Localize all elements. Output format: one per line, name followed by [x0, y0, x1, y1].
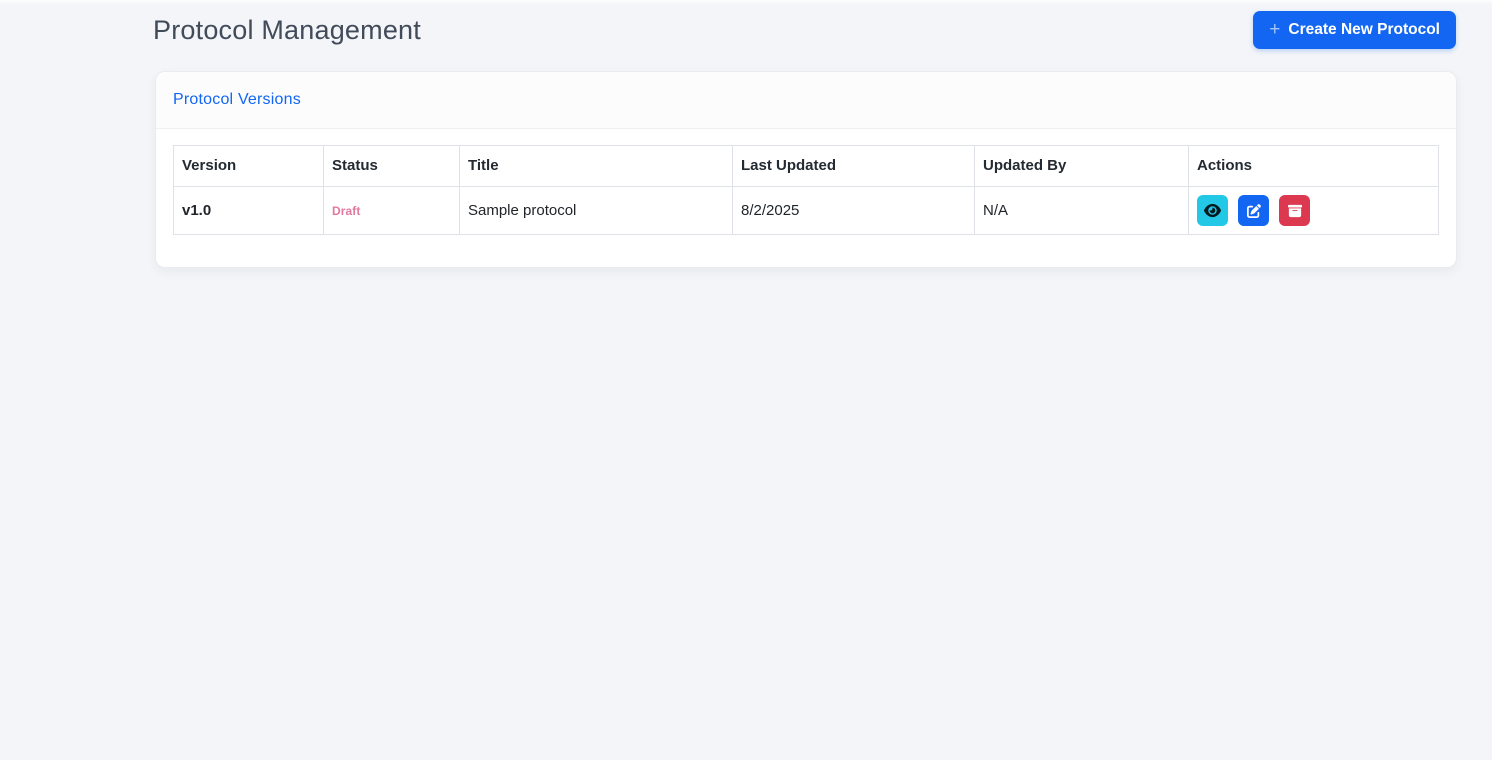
- protocol-versions-table: Version Status Title Last Updated Update…: [173, 145, 1439, 235]
- cell-actions: [1189, 187, 1439, 235]
- create-button-label: Create New Protocol: [1288, 21, 1440, 39]
- cell-status: Draft: [324, 187, 460, 235]
- eye-icon: [1204, 202, 1221, 219]
- card-title: Protocol Versions: [173, 91, 301, 108]
- edit-button[interactable]: [1238, 195, 1269, 226]
- plus-icon: +: [1269, 20, 1280, 39]
- cell-updated-by: N/A: [975, 187, 1189, 235]
- create-new-protocol-button[interactable]: + Create New Protocol: [1253, 11, 1456, 49]
- status-badge: Draft: [332, 204, 361, 218]
- column-header-actions: Actions: [1189, 146, 1439, 187]
- page-header: Protocol Management + Create New Protoco…: [0, 0, 1492, 49]
- view-button[interactable]: [1197, 195, 1228, 226]
- cell-version: v1.0: [174, 187, 324, 235]
- page-title: Protocol Management: [153, 15, 421, 46]
- archive-icon: [1288, 204, 1302, 218]
- card-header: Protocol Versions: [156, 72, 1456, 129]
- pen-square-icon: [1247, 204, 1261, 218]
- table-header-row: Version Status Title Last Updated Update…: [174, 146, 1439, 187]
- protocol-versions-card: Protocol Versions Version Status Title L…: [155, 71, 1457, 268]
- cell-last-updated: 8/2/2025: [733, 187, 975, 235]
- column-header-title: Title: [460, 146, 733, 187]
- delete-button[interactable]: [1279, 195, 1310, 226]
- cell-title: Sample protocol: [460, 187, 733, 235]
- column-header-updated-by: Updated By: [975, 146, 1189, 187]
- column-header-status: Status: [324, 146, 460, 187]
- column-header-last-updated: Last Updated: [733, 146, 975, 187]
- table-row: v1.0 Draft Sample protocol 8/2/2025 N/A: [174, 187, 1439, 235]
- column-header-version: Version: [174, 146, 324, 187]
- card-body: Version Status Title Last Updated Update…: [156, 129, 1456, 267]
